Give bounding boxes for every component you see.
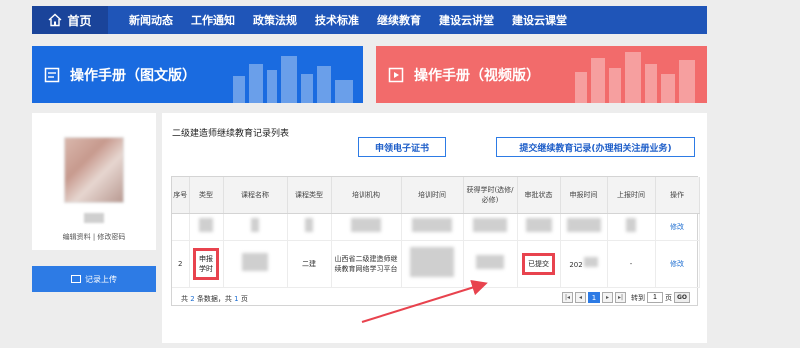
- cell-op: 修改: [655, 240, 700, 288]
- cell-redacted: [560, 213, 608, 241]
- submit-record-button[interactable]: 提交继续教育记录(办理相关注册业务): [496, 137, 695, 157]
- profile-card: 编辑资料 | 修改密码: [32, 113, 156, 250]
- col-header-hours: 获得学时(选修/必修): [463, 177, 518, 214]
- goto-label: 转到: [630, 293, 645, 302]
- records-table: 序号 类型 课程名称 课程类型 培训机构 培训时间 获得学时(选修/必修) 审批…: [171, 176, 700, 306]
- nav-home[interactable]: 首页: [32, 6, 108, 34]
- nav-item-policy[interactable]: 政策法规: [244, 12, 306, 28]
- cell-org: 山西省二级建造师继续教育网络学习平台: [331, 240, 402, 288]
- cell-index: 2: [172, 240, 190, 288]
- status-highlight: 已提交: [522, 252, 555, 275]
- pagination-summary: 共 2 条数据，共 1 页: [181, 295, 248, 303]
- manual-text-title: 操作手册（图文版）: [70, 67, 196, 84]
- prev-page-icon[interactable]: ◂: [574, 292, 586, 303]
- pagination: 共 2 条数据，共 1 页 |◂ ◂ 1 ▸ ▸| 转到 页 GO: [171, 289, 698, 309]
- avatar: [64, 137, 124, 203]
- nav-home-label: 首页: [67, 13, 92, 28]
- cell-status: 已提交: [517, 240, 561, 288]
- page-suffix: 页: [664, 293, 672, 302]
- record-upload-label: 记录上传: [85, 274, 117, 284]
- video-icon: [388, 67, 404, 82]
- cell-redacted: [463, 213, 518, 241]
- type-highlight: 申报学时: [193, 247, 219, 280]
- table-row: 修改: [172, 213, 700, 241]
- record-upload-button[interactable]: 记录上传: [32, 266, 156, 292]
- edit-link[interactable]: 修改: [670, 260, 684, 268]
- col-header-apply-time: 申报时间: [560, 177, 608, 214]
- document-icon: [44, 67, 60, 82]
- cell-redacted: [401, 240, 464, 288]
- col-header-course-type: 课程类型: [287, 177, 332, 214]
- top-nav: 首页 新闻动态 工作通知 政策法规 技术标准 继续教育 建设云讲堂 建设云课堂: [32, 6, 707, 34]
- nav-item-classroom[interactable]: 建设云课堂: [503, 12, 576, 28]
- cell-redacted: [401, 213, 464, 241]
- cell-report-time: -: [607, 240, 656, 288]
- table-header-row: 序号 类型 课程名称 课程类型 培训机构 培训时间 获得学时(选修/必修) 审批…: [172, 177, 700, 214]
- cell-redacted: [287, 213, 332, 241]
- col-header-course: 课程名称: [223, 177, 288, 214]
- cell-redacted: [517, 213, 561, 241]
- cell-course-type: 二建: [287, 240, 332, 288]
- cell-redacted: [331, 213, 402, 241]
- manual-video-banner[interactable]: 操作手册（视频版）: [376, 46, 707, 103]
- cell-redacted: [223, 240, 288, 288]
- table-row: 2 申报学时 二建 山西省二级建造师继续教育网络学习平台 已提交 202 - 修…: [172, 240, 700, 288]
- col-header-train-time: 培训时间: [401, 177, 464, 214]
- col-header-type: 类型: [189, 177, 224, 214]
- page: 首页 新闻动态 工作通知 政策法规 技术标准 继续教育 建设云讲堂 建设云课堂 …: [0, 0, 800, 348]
- skyline-decoration: [575, 52, 695, 103]
- col-header-status: 审批状态: [517, 177, 561, 214]
- edit-link[interactable]: 修改: [670, 223, 684, 231]
- cell-index: [172, 213, 190, 241]
- col-header-op: 操作: [655, 177, 700, 214]
- cell-type: 申报学时: [189, 240, 224, 288]
- cell-redacted: [223, 213, 288, 241]
- goto-page-input[interactable]: [646, 292, 663, 303]
- manual-video-title: 操作手册（视频版）: [414, 67, 540, 84]
- col-header-org: 培训机构: [331, 177, 402, 214]
- apply-certificate-button[interactable]: 申领电子证书: [358, 137, 446, 157]
- next-page-icon[interactable]: ▸: [601, 292, 613, 303]
- first-page-icon[interactable]: |◂: [561, 292, 573, 303]
- user-name-redacted: [84, 213, 104, 223]
- last-page-icon[interactable]: ▸|: [614, 292, 626, 303]
- home-icon: [49, 13, 62, 27]
- nav-item-news[interactable]: 新闻动态: [120, 12, 182, 28]
- cell-apply-time: 202: [560, 240, 608, 288]
- pagination-controls: |◂ ◂ 1 ▸ ▸| 转到 页 GO: [561, 292, 690, 303]
- profile-links[interactable]: 编辑资料 | 修改密码: [32, 232, 156, 242]
- main-panel: 二级建造师继续教育记录列表 申领电子证书 提交继续教育记录(办理相关注册业务) …: [162, 113, 707, 343]
- nav-item-education[interactable]: 继续教育: [368, 12, 430, 28]
- col-header-report-time: 上报时间: [607, 177, 656, 214]
- cell-redacted: [189, 213, 224, 241]
- nav-item-lecture[interactable]: 建设云讲堂: [430, 12, 503, 28]
- manual-text-banner[interactable]: 操作手册（图文版）: [32, 46, 363, 103]
- current-page-button[interactable]: 1: [587, 292, 600, 303]
- nav-item-standards[interactable]: 技术标准: [306, 12, 368, 28]
- upload-icon: [71, 275, 81, 283]
- skyline-decoration: [233, 56, 353, 103]
- nav-item-notices[interactable]: 工作通知: [182, 12, 244, 28]
- go-button[interactable]: GO: [673, 292, 690, 303]
- cell-redacted: [463, 240, 518, 288]
- page-title: 二级建造师继续教育记录列表: [172, 129, 290, 139]
- col-header-index: 序号: [172, 177, 190, 214]
- cell-op: 修改: [655, 213, 700, 241]
- cell-redacted: [607, 213, 656, 241]
